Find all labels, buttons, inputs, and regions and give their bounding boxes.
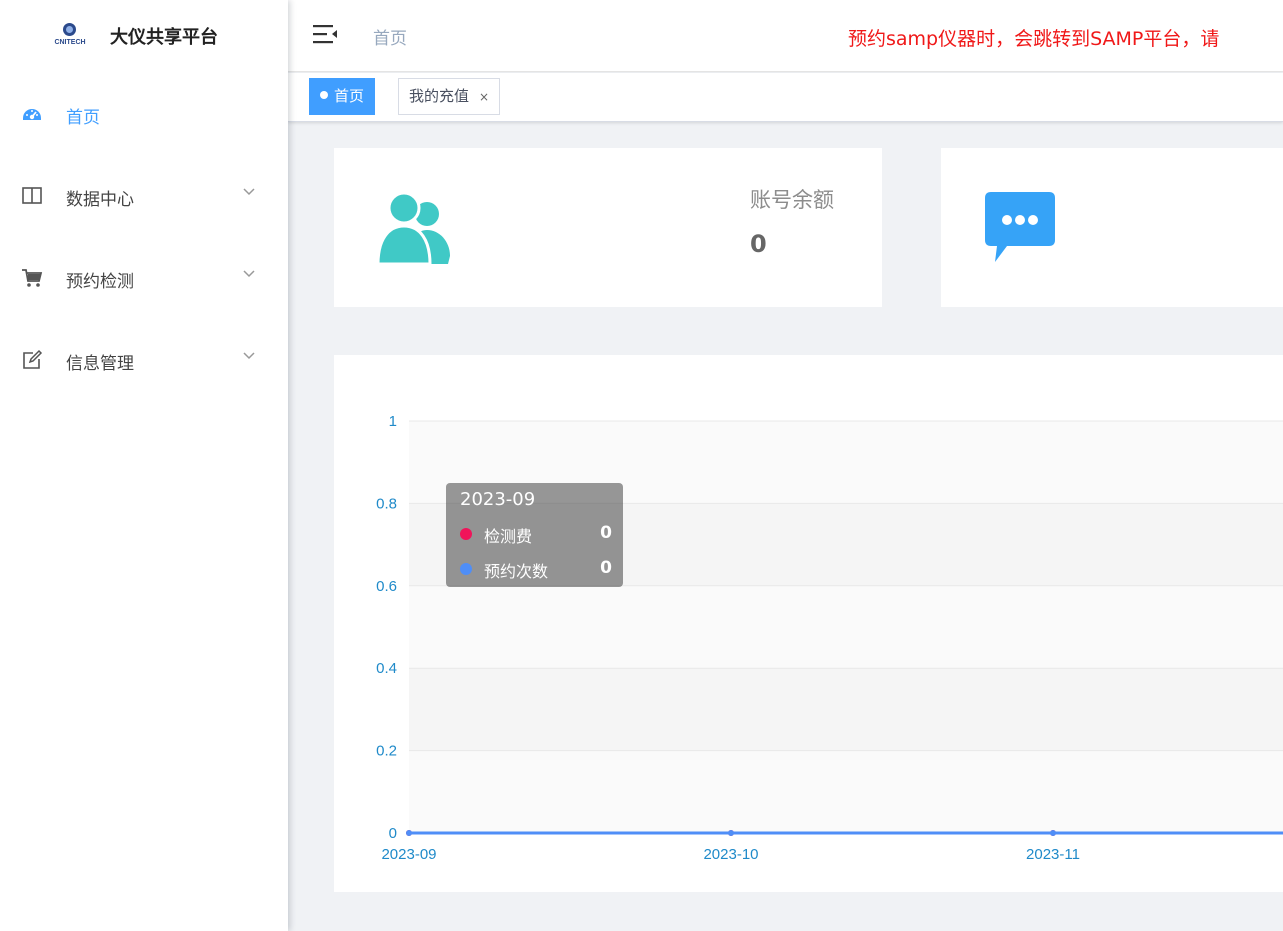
line-chart[interactable]: 0 0.2 0.4 0.6 0.8 1 2023-09 2023-10 2023-11 2023-… bbox=[334, 355, 1283, 892]
edit-icon bbox=[23, 349, 43, 369]
tooltip-series-name: 预约次数 bbox=[484, 562, 549, 581]
x-tick-label: 2023-10 bbox=[703, 846, 758, 863]
series-swatch bbox=[460, 528, 472, 540]
logo[interactable]: CNITECH 大仪共享平台 bbox=[0, 0, 288, 72]
chart-panel: 0 0.2 0.4 0.6 0.8 1 2023-09 2023-10 2023-11 2023-… bbox=[334, 355, 1283, 892]
y-tick-label: 1 bbox=[389, 413, 397, 430]
close-icon[interactable]: × bbox=[479, 80, 489, 115]
grid-band bbox=[409, 585, 1283, 669]
menu-fold-icon[interactable] bbox=[312, 22, 338, 46]
sidebar-item-home[interactable]: 首页 bbox=[0, 89, 288, 139]
active-dot-icon bbox=[320, 91, 328, 99]
sidebar-item-label: 信息管理 bbox=[66, 354, 134, 374]
sidebar: CNITECH 大仪共享平台 首页 数据中心 预约检测 信息管理 bbox=[0, 0, 288, 931]
series-swatch bbox=[460, 563, 472, 575]
tooltip-series-value: 0 bbox=[600, 558, 612, 578]
sidebar-item-label: 首页 bbox=[66, 108, 100, 128]
cart-icon bbox=[22, 269, 43, 287]
stat-card-balance[interactable]: 账号余额 0 bbox=[334, 148, 882, 307]
grid-band bbox=[409, 750, 1283, 833]
message-icon bbox=[985, 192, 1055, 262]
tooltip-title: 2023-09 bbox=[460, 489, 536, 510]
tags-view: 首页 我的充值 × bbox=[288, 73, 1283, 122]
stat-card-messages[interactable] bbox=[941, 148, 1283, 307]
logo-emblem bbox=[63, 23, 76, 36]
chevron-down-icon bbox=[243, 352, 255, 360]
sidebar-item-label: 数据中心 bbox=[66, 190, 134, 210]
data-point bbox=[406, 830, 412, 836]
users-icon bbox=[376, 191, 450, 266]
y-tick-label: 0.6 bbox=[376, 578, 397, 595]
tooltip-row: 预约次数 0 bbox=[460, 558, 612, 582]
y-tick-label: 0.2 bbox=[376, 743, 397, 760]
y-tick-label: 0 bbox=[389, 825, 397, 842]
logo-text: CNITECH bbox=[54, 39, 86, 46]
notice-marquee: 预约samp仪器时，会跳转到SAMP平台，请 bbox=[848, 28, 1220, 50]
book-icon bbox=[22, 187, 42, 204]
data-point bbox=[1050, 830, 1056, 836]
sidebar-item-label: 预约检测 bbox=[66, 272, 134, 292]
chevron-down-icon bbox=[243, 188, 255, 196]
x-tick-label: 2023-09 bbox=[381, 846, 436, 863]
chevron-down-icon bbox=[243, 270, 255, 278]
top-navbar: 首页 预约samp仪器时，会跳转到SAMP平台，请 bbox=[288, 0, 1283, 72]
tag-my-recharge[interactable]: 我的充值 × bbox=[398, 78, 501, 115]
chart-tooltip: 2023-09 检测费 0 预约次数 0 bbox=[446, 483, 623, 587]
platform-title: 大仪共享平台 bbox=[110, 27, 218, 48]
data-point bbox=[728, 830, 734, 836]
logo-mark: CNITECH bbox=[48, 22, 92, 52]
breadcrumb[interactable]: 首页 bbox=[373, 24, 407, 49]
x-tick-label: 2023-11 bbox=[1026, 846, 1080, 863]
sidebar-item-info-management[interactable]: 信息管理 bbox=[0, 335, 288, 385]
tooltip-series-value: 0 bbox=[600, 523, 612, 543]
tag-label: 我的充值 bbox=[409, 87, 470, 105]
sidebar-item-booking[interactable]: 预约检测 bbox=[0, 253, 288, 303]
grid-band bbox=[409, 668, 1283, 751]
tooltip-series-name: 检测费 bbox=[484, 527, 533, 546]
tag-label: 首页 bbox=[334, 87, 365, 105]
y-tick-label: 0.4 bbox=[376, 660, 397, 677]
sidebar-item-data-center[interactable]: 数据中心 bbox=[0, 171, 288, 221]
dashboard-icon bbox=[23, 109, 41, 120]
stat-value: 0 bbox=[750, 230, 767, 258]
tag-home[interactable]: 首页 bbox=[309, 78, 376, 115]
stat-label: 账号余额 bbox=[750, 188, 834, 212]
y-tick-label: 0.8 bbox=[376, 495, 397, 512]
tooltip-row: 检测费 0 bbox=[460, 523, 612, 547]
